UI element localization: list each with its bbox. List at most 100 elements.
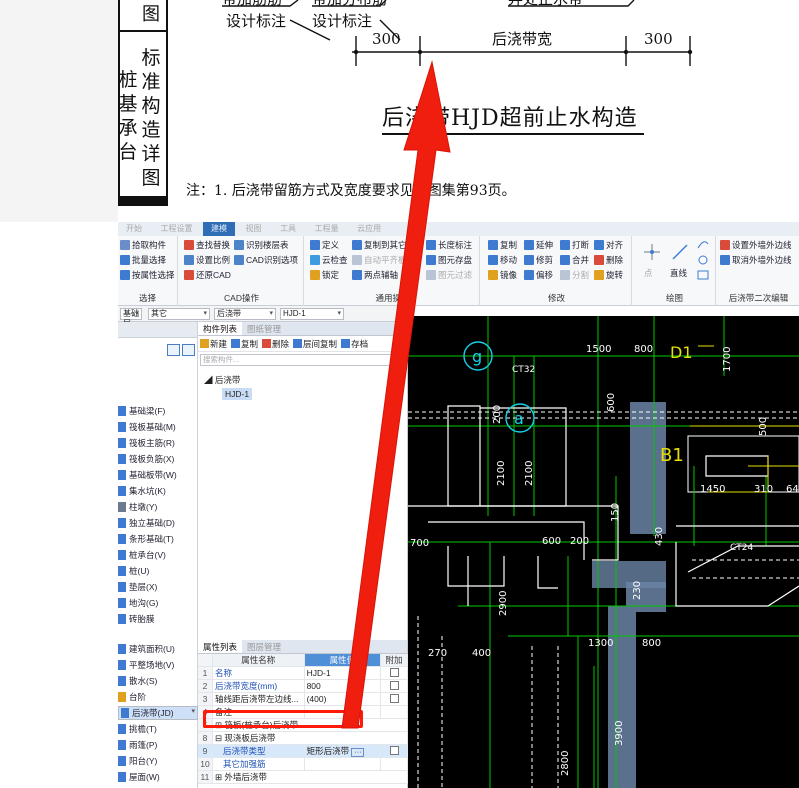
nav-item[interactable]: 桩承台(V) [118, 548, 198, 562]
list-view-icon[interactable] [167, 344, 180, 356]
copy-to-other-floor-button[interactable]: 复制到其它层 [352, 238, 415, 252]
move-button[interactable]: 移动 [488, 253, 517, 267]
set-scale-button[interactable]: 设置比例 [184, 253, 230, 267]
line-draw-icon[interactable] [670, 242, 690, 262]
nav-item[interactable]: 散水(S) [118, 674, 198, 688]
delete-button[interactable]: 删除 [594, 253, 623, 267]
cloud-check-button[interactable]: 云检查 [310, 253, 348, 267]
property-group-row[interactable]: 8 ⊟ 现浇板后浇带 [198, 731, 409, 745]
set-outer-wall-line-button[interactable]: 设置外墙外边线 [720, 238, 792, 252]
tab-property-list[interactable]: 属性列表 [198, 640, 243, 653]
align-button[interactable]: 对齐 [594, 238, 623, 252]
nav-item[interactable]: 建筑面积(U) [118, 642, 198, 656]
menu-quantities[interactable]: 工程量 [307, 222, 347, 236]
nav-item[interactable]: 台阶 [118, 690, 198, 704]
lock-button[interactable]: 锁定 [310, 268, 339, 282]
property-value[interactable]: HJD-1 [304, 666, 382, 680]
new-component-button[interactable]: 新建 [200, 338, 227, 350]
define-button[interactable]: 定义 [310, 238, 339, 252]
component-type-select[interactable]: 后浇带 [214, 308, 276, 320]
save-elements-button[interactable]: 图元存盘 [426, 253, 472, 267]
component-type-icon [118, 724, 126, 734]
identify-floor-table-button[interactable]: 识别楼层表 [234, 238, 289, 252]
nav-item[interactable]: 挑檐(T) [118, 722, 198, 736]
menu-start[interactable]: 开始 [118, 222, 150, 236]
merge-button[interactable]: 合并 [560, 253, 589, 267]
extend-button[interactable]: 延伸 [524, 238, 553, 252]
break-button[interactable]: 打断 [560, 238, 589, 252]
nav-item[interactable]: 阳台(Y) [118, 754, 198, 768]
menu-view[interactable]: 视图 [238, 222, 270, 236]
floor-select[interactable]: 基础层 [120, 308, 142, 328]
mirror-button[interactable]: 镜像 [488, 268, 517, 282]
tab-component-list[interactable]: 构件列表 [198, 322, 243, 335]
component-select[interactable]: HJD-1 [280, 308, 344, 320]
menu-tools[interactable]: 工具 [272, 222, 304, 236]
cad-dimension-text: 430 [654, 527, 665, 546]
category-select[interactable]: 其它 [148, 308, 210, 320]
menu-cloud[interactable]: 云应用 [349, 222, 389, 236]
split-button[interactable]: 分割 [560, 268, 589, 282]
nav-item[interactable]: 垫层(X) [118, 580, 198, 594]
copy-button[interactable]: 复制 [488, 238, 517, 252]
offset-button[interactable]: 偏移 [524, 268, 553, 282]
nav-item[interactable]: 筏板主筋(R) [118, 436, 198, 450]
menu-project-settings[interactable]: 工程设置 [153, 222, 201, 236]
menu-modeling[interactable]: 建模 [203, 222, 236, 236]
nav-item[interactable]: 地沟(G) [118, 596, 198, 610]
attach-checkbox[interactable] [389, 745, 399, 755]
select-by-property-button[interactable]: 按属性选择 [120, 268, 175, 282]
length-dimension-button[interactable]: 长度标注 [426, 238, 472, 252]
batch-select-button[interactable]: 批量选择 [120, 253, 166, 267]
nav-item[interactable]: 屋面(W) [118, 770, 198, 784]
attach-checkbox[interactable] [389, 680, 399, 690]
tree-node-post-pour-strip[interactable]: ◢ 后浇带 [204, 374, 240, 386]
cad-identify-options-button[interactable]: CAD识别选项 [234, 253, 298, 267]
tab-layer-management[interactable]: 图层管理 [242, 640, 286, 653]
ellipsis-button[interactable]: ··· [351, 748, 365, 757]
nav-item[interactable]: 桩(U) [118, 564, 198, 578]
property-value[interactable]: 800 [304, 679, 382, 693]
dim-right-300: 300 [644, 30, 673, 48]
cancel-outer-wall-line-button[interactable]: 取消外墙外边线 [720, 253, 792, 267]
nav-item-label: 集水坑(K) [129, 486, 166, 496]
cad-dimension-text: 270 [428, 648, 447, 659]
nav-item[interactable]: 平整场地(V) [118, 658, 198, 672]
nav-item[interactable]: 基础板带(W) [118, 468, 198, 482]
property-value[interactable]: (400) [304, 692, 382, 706]
pick-component-button[interactable]: 拾取构件 [120, 238, 166, 252]
nav-item[interactable]: 筏板基础(M) [118, 420, 198, 434]
delete-component-button[interactable]: 删除 [262, 338, 289, 350]
auto-align-slab-button[interactable]: 自动平齐板 [352, 253, 407, 267]
rotate-button[interactable]: 旋转 [594, 268, 623, 282]
attach-checkbox[interactable] [389, 693, 399, 703]
property-value[interactable] [304, 757, 382, 771]
cad-drawing-viewport[interactable]: g a D1 B1 CT32 CT24 1500 800 1700 500 600 200… [408, 316, 799, 788]
attach-checkbox[interactable] [389, 667, 399, 677]
nav-item[interactable]: 后浇带(JD) [118, 706, 198, 720]
property-group-row[interactable]: 11 ⊞ 外墙后浇带 [198, 770, 409, 784]
nav-item[interactable]: 筏板负筋(X) [118, 452, 198, 466]
nav-item[interactable]: 雨篷(P) [118, 738, 198, 752]
nav-item[interactable]: 柱墩(Y) [118, 500, 198, 514]
archive-button[interactable]: 存档 [341, 338, 368, 350]
grid-view-icon[interactable] [182, 344, 195, 356]
point-draw-icon[interactable] [642, 242, 662, 262]
tree-node-hjd-1[interactable]: HJD-1 [222, 388, 253, 400]
element-filter-button[interactable]: 图元过滤 [426, 268, 472, 282]
nav-item[interactable]: 集水坑(K) [118, 484, 198, 498]
tab-drawing-management[interactable]: 图纸管理 [242, 322, 286, 335]
nav-item[interactable]: 基础梁(F) [118, 404, 198, 418]
interlayer-copy-button[interactable]: 层间复制 [293, 338, 337, 350]
find-replace-button[interactable]: 查找替换 [184, 238, 230, 252]
nav-item[interactable]: 砖胎膜 [118, 612, 198, 626]
nav-item[interactable]: 独立基础(D) [118, 516, 198, 530]
draw-shape-icons[interactable] [696, 238, 710, 284]
trim-button[interactable]: 修剪 [524, 253, 553, 267]
copy-component-button[interactable]: 复制 [231, 338, 258, 350]
two-point-axis-button[interactable]: 两点辅轴 [352, 268, 398, 282]
property-value[interactable]: 矩形后浇带 ··· [304, 744, 382, 758]
component-search-input[interactable]: 搜索构件... ⚲ [200, 354, 405, 366]
nav-item[interactable]: 条形基础(T) [118, 532, 198, 546]
restore-cad-button[interactable]: 还原CAD [184, 268, 231, 282]
